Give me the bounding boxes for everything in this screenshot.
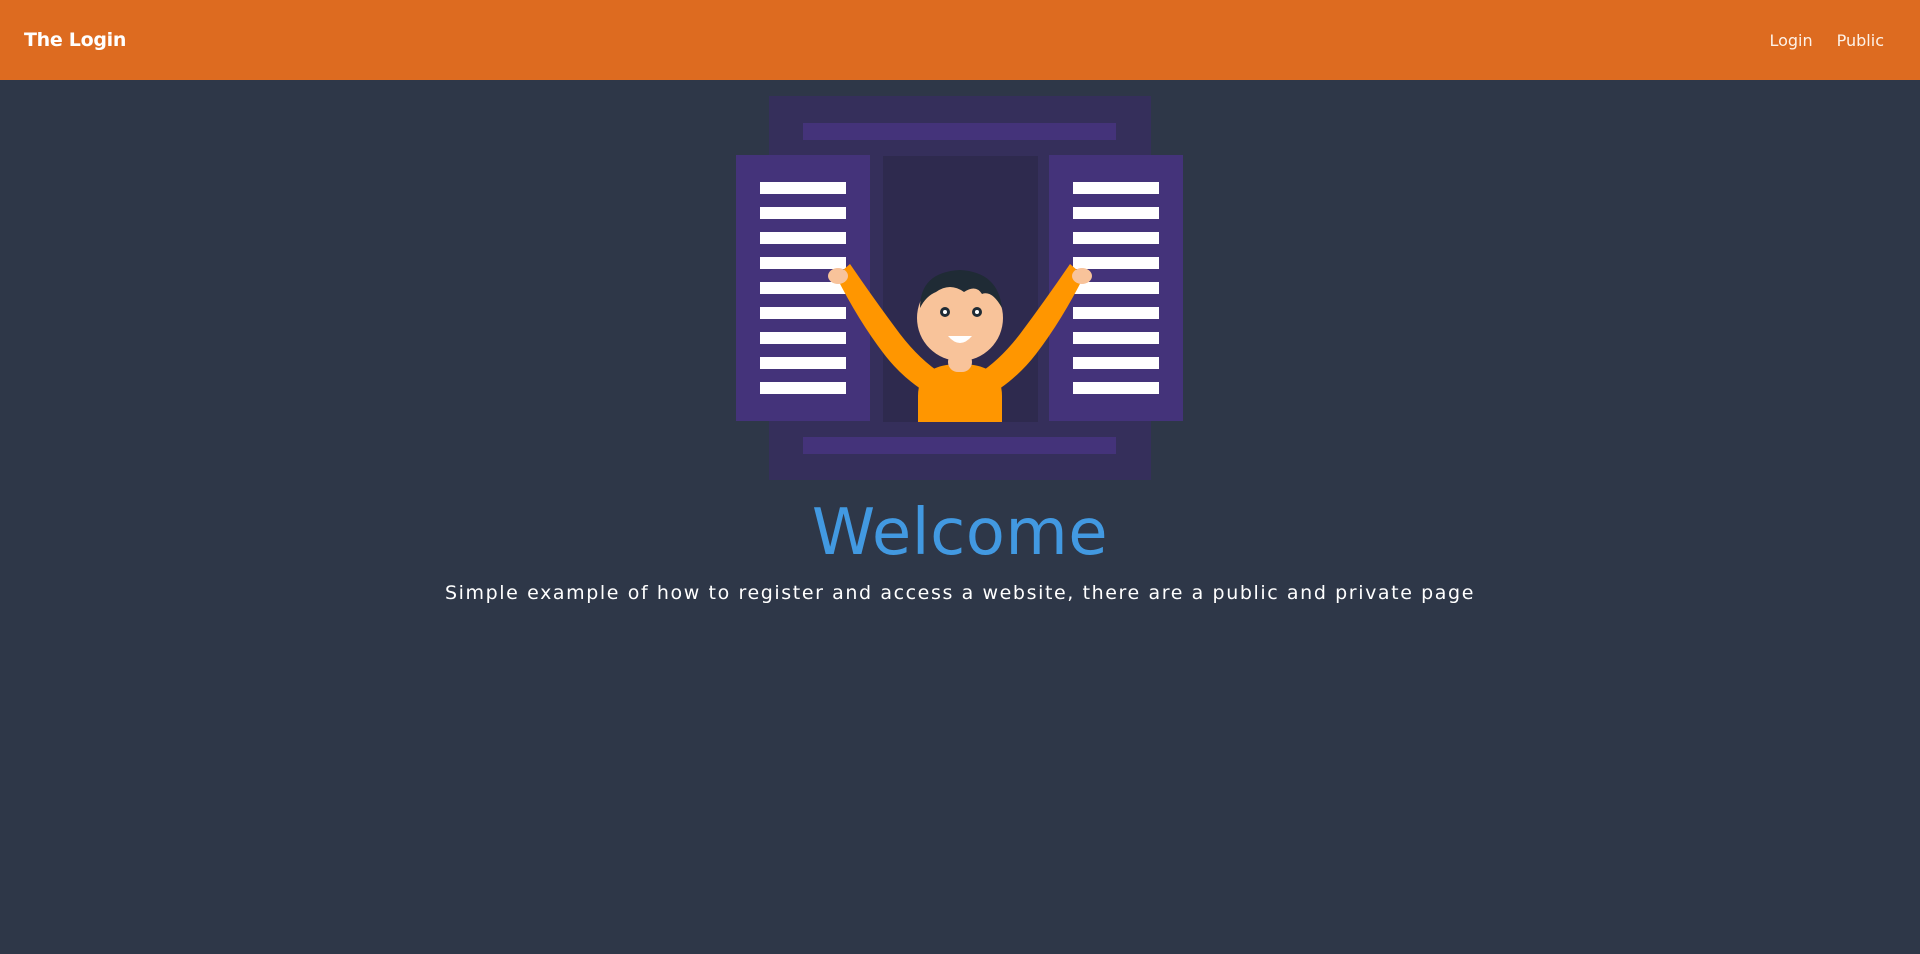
nav-public-link[interactable]: Public	[1837, 31, 1884, 50]
top-navbar: The Login Login Public	[0, 0, 1920, 80]
nav-login-link[interactable]: Login	[1769, 31, 1812, 50]
window-top-sill	[803, 123, 1116, 140]
welcome-subtitle: Simple example of how to register and ac…	[445, 582, 1475, 604]
window-bottom-sill	[803, 437, 1116, 454]
person-at-window-illustration	[736, 96, 1183, 480]
brand-link[interactable]: The Login	[24, 29, 126, 51]
welcome-heading: Welcome	[811, 496, 1109, 570]
nav-links: Login Public	[1769, 31, 1884, 50]
